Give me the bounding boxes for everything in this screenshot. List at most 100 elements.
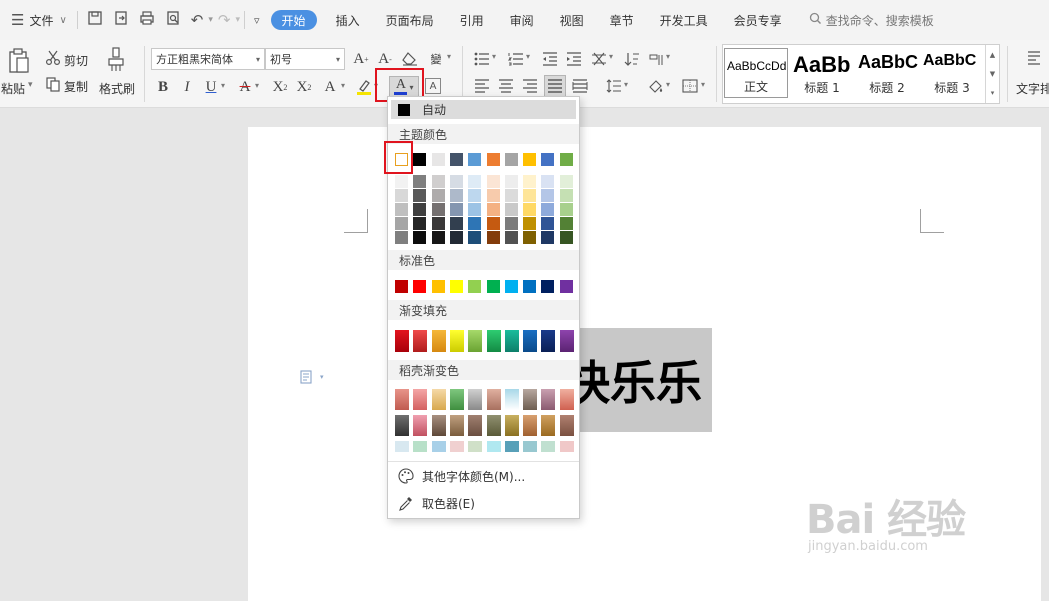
theme-color-swatch[interactable] [468,153,482,166]
standard-color-swatch[interactable] [523,280,537,293]
save-icon[interactable] [82,10,108,30]
font-size-select[interactable]: 初号 ▾ [265,48,345,70]
undo-icon[interactable]: ↶ [186,11,209,29]
docer-gradient-swatch[interactable] [449,441,464,452]
docer-gradient-swatch[interactable] [431,389,446,410]
chevron-down-icon[interactable]: ▾ [320,373,324,381]
file-menu[interactable]: ☰ 文件 ∨ [0,0,73,40]
standard-color-swatch[interactable] [395,280,408,293]
shading-icon[interactable] [646,76,666,96]
standard-color-swatch[interactable] [559,280,573,293]
theme-shade-swatch[interactable] [559,189,573,202]
docer-gradient-swatch[interactable] [559,441,574,452]
docer-gradient-swatch[interactable] [541,441,556,452]
docer-gradient-swatch[interactable] [449,415,464,436]
chevron-down-icon[interactable]: ▾ [221,81,225,90]
shrink-font-icon[interactable]: A- [375,48,395,70]
theme-shade-swatch[interactable] [468,203,482,216]
docer-gradient-swatch[interactable] [486,389,501,410]
theme-shade-swatch[interactable] [504,231,518,244]
theme-color-swatch[interactable] [541,153,555,166]
theme-shade-swatch[interactable] [449,189,463,202]
increase-indent-icon[interactable] [564,49,584,69]
standard-color-swatch[interactable] [449,280,463,293]
chevron-up-icon[interactable]: ▲ [990,51,995,59]
docer-gradient-swatch[interactable] [395,441,409,452]
italic-icon[interactable]: I [178,76,196,98]
docer-gradient-swatch[interactable] [559,415,574,436]
theme-shade-swatch[interactable] [431,231,445,244]
eyedropper-item[interactable]: 取色器(E) [388,490,579,516]
theme-shade-swatch[interactable] [449,175,463,188]
bullet-list-icon[interactable] [472,49,492,69]
bold-icon[interactable]: B [154,76,172,98]
borders-icon[interactable] [680,76,700,96]
theme-shade-swatch[interactable] [413,231,427,244]
grow-font-icon[interactable]: A + [351,48,371,70]
distributed-align-icon[interactable] [570,76,590,96]
theme-shade-swatch[interactable] [523,189,537,202]
theme-shade-swatch[interactable] [486,217,500,230]
docer-gradient-swatch[interactable] [541,415,556,436]
docer-gradient-swatch[interactable] [413,389,428,410]
docer-gradient-swatch[interactable] [504,389,519,410]
gradient-color-swatch[interactable] [523,330,538,352]
theme-shade-swatch[interactable] [413,175,427,188]
expand-icon[interactable]: ▾ [991,89,995,97]
tab-section[interactable]: 章节 [597,0,647,40]
theme-shade-swatch[interactable] [523,203,537,216]
theme-shade-swatch[interactable] [449,203,463,216]
theme-shade-swatch[interactable] [431,217,445,230]
theme-shade-swatch[interactable] [541,203,555,216]
chevron-down-icon[interactable]: ▾ [624,80,628,89]
theme-color-swatch[interactable] [523,153,537,166]
format-painter-button[interactable]: 格式刷 [99,80,135,97]
theme-shade-swatch[interactable] [431,203,445,216]
style-heading-1[interactable]: AaBb 标题 1 [790,48,854,98]
docer-gradient-swatch[interactable] [523,441,538,452]
standard-color-swatch[interactable] [486,280,500,293]
clear-format-icon[interactable] [400,48,420,70]
theme-color-swatch[interactable] [486,153,500,166]
docer-gradient-swatch[interactable] [486,441,501,452]
strikethrough-icon[interactable]: A [236,76,254,98]
subscript-icon[interactable]: X2 [294,76,314,98]
theme-shade-swatch[interactable] [431,189,445,202]
copy-button[interactable]: 复制 [64,78,88,95]
style-heading-2[interactable]: AaBbC 标题 2 [855,48,919,98]
theme-shade-swatch[interactable] [486,231,500,244]
more-icon[interactable]: ▿ [249,14,265,27]
underline-icon[interactable]: U [202,76,220,98]
theme-shade-swatch[interactable] [486,189,500,202]
redo-icon[interactable]: ↷ [213,11,236,29]
theme-shade-swatch[interactable] [541,231,555,244]
docer-gradient-swatch[interactable] [541,389,556,410]
theme-shade-swatch[interactable] [468,217,482,230]
theme-shade-swatch[interactable] [559,231,573,244]
sort-icon[interactable] [622,49,642,69]
theme-shade-swatch[interactable] [541,217,555,230]
print-icon[interactable] [134,10,160,30]
docer-gradient-swatch[interactable] [504,441,519,452]
gradient-color-swatch[interactable] [468,330,483,352]
text-effect-icon[interactable]: A [320,76,340,98]
theme-shade-swatch[interactable] [504,203,518,216]
theme-shade-swatch[interactable] [504,217,518,230]
standard-color-swatch[interactable] [541,280,555,293]
phonetic-guide-icon[interactable]: 變 [426,48,446,70]
docer-gradient-swatch[interactable] [431,415,446,436]
chevron-down-icon[interactable]: ▾ [666,80,670,89]
theme-shade-swatch[interactable] [504,189,518,202]
theme-shade-swatch[interactable] [395,189,408,202]
chevron-down-icon[interactable]: ▾ [492,52,496,61]
docer-gradient-swatch[interactable] [395,415,409,436]
docer-gradient-swatch[interactable] [504,415,519,436]
tab-review[interactable]: 审阅 [497,0,547,40]
gradient-color-swatch[interactable] [486,330,501,352]
docer-gradient-swatch[interactable] [468,441,483,452]
style-normal[interactable]: AaBbCcDd 正文 [724,48,788,98]
style-heading-3[interactable]: AaBbC 标题 3 [920,48,984,98]
theme-color-swatch[interactable] [449,153,463,166]
tab-references[interactable]: 引用 [447,0,497,40]
theme-shade-swatch[interactable] [523,217,537,230]
